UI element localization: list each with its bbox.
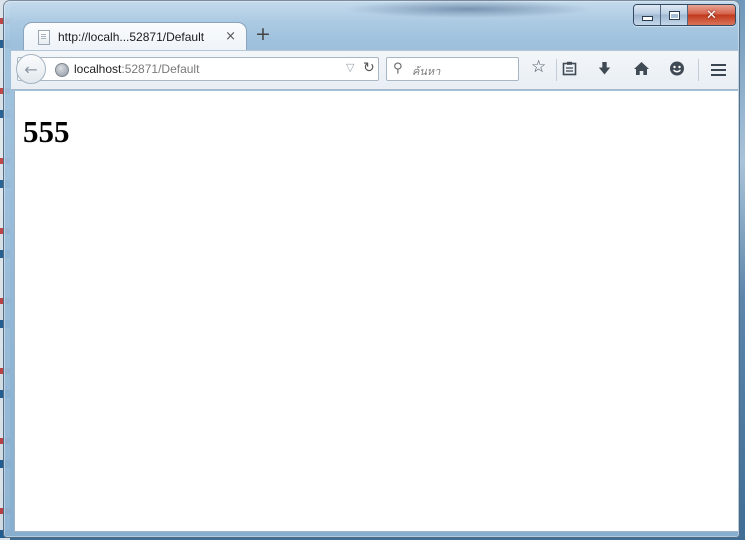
page-icon	[38, 29, 50, 45]
hello-icon[interactable]	[669, 61, 685, 80]
browser-window: ✕ http://localh...52871/Default × + loca…	[3, 0, 740, 538]
search-input[interactable]: ⚲ ค้นหา	[386, 57, 519, 81]
toolbar-divider	[556, 59, 557, 81]
url-host: localhost	[74, 62, 122, 76]
globe-icon[interactable]	[55, 63, 69, 77]
navigation-toolbar: localhost:52871/Default ▽ ↻ ← ⚲ ค้นหา ☆	[11, 50, 738, 90]
title-blurred-backdrop	[343, 0, 593, 18]
tab-default[interactable]: http://localh...52871/Default ×	[23, 22, 247, 51]
page-heading: 555	[23, 114, 70, 149]
history-dropdown-icon[interactable]: ▽	[346, 61, 354, 74]
search-icon: ⚲	[393, 61, 403, 76]
back-arrow-icon: ←	[24, 59, 38, 79]
close-tab-icon[interactable]: ×	[225, 29, 236, 44]
tab-strip: http://localh...52871/Default × +	[11, 20, 732, 51]
reload-icon[interactable]: ↻	[363, 60, 375, 76]
menu-icon[interactable]	[711, 64, 726, 66]
star-icon[interactable]: ☆	[531, 59, 546, 76]
download-icon[interactable]	[597, 61, 612, 80]
toolbar-divider	[698, 59, 699, 81]
new-tab-button[interactable]: +	[255, 25, 271, 44]
url-bar[interactable]: localhost:52871/Default ▽ ↻	[17, 57, 379, 81]
url-path: :52871/Default	[121, 62, 200, 76]
page-content: 555	[14, 91, 738, 532]
search-placeholder: ค้นหา	[412, 65, 441, 78]
tab-title: http://localh...52871/Default	[58, 30, 205, 44]
home-icon[interactable]	[633, 61, 650, 80]
reading-list-icon[interactable]	[562, 61, 577, 80]
url-text[interactable]: localhost:52871/Default	[74, 62, 199, 76]
maximize-icon	[668, 10, 680, 20]
back-button[interactable]: ←	[16, 54, 46, 84]
